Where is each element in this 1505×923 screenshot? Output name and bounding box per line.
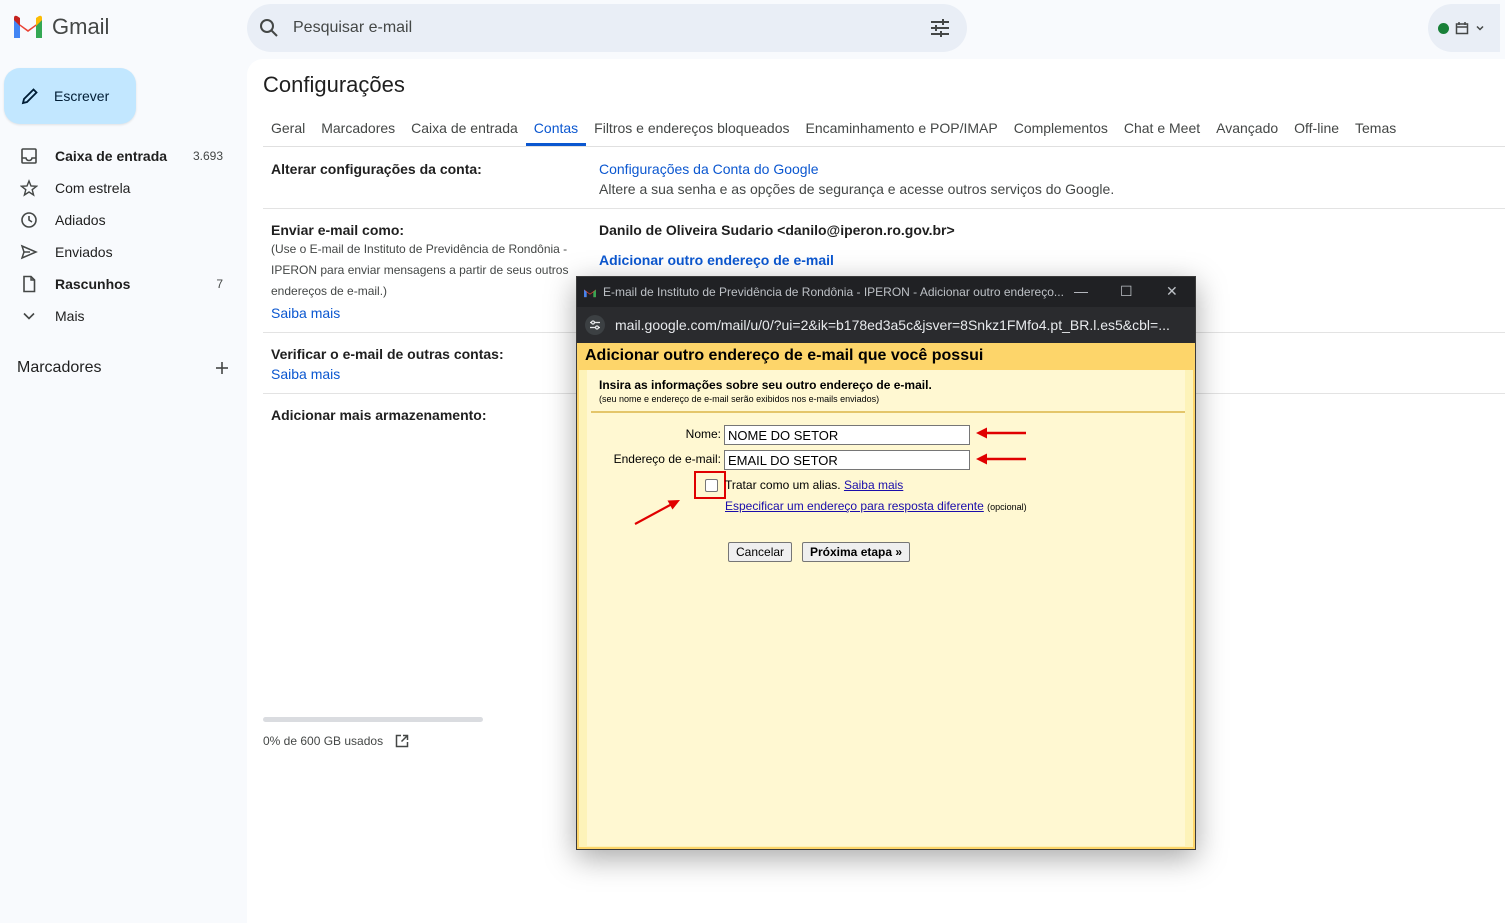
name-label: Nome: (685, 427, 721, 441)
popup-title: E-mail de Instituto de Previdência de Ro… (603, 285, 1064, 299)
chevron-down-icon (1476, 25, 1484, 31)
storage-usage: 0% de 600 GB usados (263, 734, 409, 748)
tab-inbox[interactable]: Caixa de entrada (403, 116, 526, 146)
sidebar-item-label: Mais (55, 308, 85, 324)
minimize-icon[interactable]: — (1074, 283, 1088, 299)
gmail-logo[interactable]: Gmail (12, 14, 109, 40)
alias-label: Tratar como um alias. (725, 478, 841, 492)
star-icon (20, 179, 38, 197)
account-description: Altere a sua senha e as opções de segura… (599, 181, 1115, 197)
site-settings-icon[interactable] (585, 315, 605, 335)
tab-themes[interactable]: Temas (1347, 116, 1404, 146)
form-note: (seu nome e endereço de e-mail serão exi… (599, 394, 880, 404)
storage-progress-bar (263, 717, 483, 722)
annotation-arrow-icon (976, 453, 1026, 465)
storage-usage-text: 0% de 600 GB usados (263, 734, 384, 748)
sidebar-item-label: Adiados (55, 212, 106, 228)
status-selector[interactable] (1428, 4, 1500, 52)
form-instructions: Insira as informações sobre seu outro en… (599, 378, 932, 392)
popup-heading: Adicionar outro endereço de e-mail que v… (579, 343, 1193, 370)
search-input[interactable]: Pesquisar e-mail (293, 19, 929, 37)
popup-titlebar[interactable]: E-mail de Instituto de Previdência de Ro… (577, 277, 1195, 307)
popup-address-bar[interactable]: mail.google.com/mail/u/0/?ui=2&ik=b178ed… (577, 307, 1195, 343)
alias-option: Tratar como um alias. Saiba mais (725, 478, 903, 492)
google-account-link[interactable]: Configurações da Conta do Google (599, 161, 818, 177)
check-mail-label: Verificar o e-mail de outras contas: (271, 346, 504, 362)
name-input[interactable] (724, 425, 970, 445)
popup-content: Adicionar outro endereço de e-mail que v… (577, 343, 1195, 849)
email-label: Endereço de e-mail: (613, 452, 721, 466)
draft-icon (23, 275, 36, 293)
sidebar-item-drafts[interactable]: Rascunhos 7 (0, 268, 240, 300)
send-as-label: Enviar e-mail como: (271, 222, 405, 238)
draft-count: 7 (216, 277, 223, 291)
status-dot-icon (1438, 22, 1449, 34)
tab-forwarding[interactable]: Encaminhamento e POP/IMAP (798, 116, 1006, 146)
inbox-icon (21, 148, 37, 164)
sidebar-item-more[interactable]: Mais (0, 300, 240, 332)
next-step-button[interactable]: Próxima etapa » (802, 542, 911, 562)
row-divider (263, 208, 1505, 209)
sidebar-item-sent[interactable]: Enviados (0, 236, 240, 268)
tab-advanced[interactable]: Avançado (1208, 116, 1286, 146)
unread-count: 3.693 (192, 149, 223, 163)
pencil-icon (21, 88, 38, 105)
tab-offline[interactable]: Off-line (1286, 116, 1347, 146)
chevron-down-icon (23, 312, 35, 320)
sidebar-item-label: Enviados (55, 244, 113, 260)
gmail-m-icon (14, 15, 42, 38)
email-input[interactable] (724, 450, 970, 470)
tab-labels[interactable]: Marcadores (313, 116, 403, 146)
tabs-divider (263, 146, 1505, 147)
send-icon (20, 244, 38, 260)
sidebar-item-inbox[interactable]: Caixa de entrada 3.693 (0, 140, 240, 172)
labels-section: Marcadores (17, 359, 229, 377)
send-as-address: Danilo de Oliveira Sudario <danilo@ipero… (599, 222, 955, 238)
sidebar-item-label: Caixa de entrada (55, 148, 168, 164)
calendar-icon (1455, 22, 1469, 35)
storage-label: Adicionar mais armazenamento: (271, 407, 487, 423)
send-as-learn-more-link[interactable]: Saiba mais (271, 305, 340, 321)
check-mail-learn-more-link[interactable]: Saiba mais (271, 366, 340, 382)
search-options-icon[interactable] (929, 18, 951, 38)
sidebar-item-snoozed[interactable]: Adiados (0, 204, 240, 236)
tab-general[interactable]: Geral (263, 116, 313, 146)
clock-icon (21, 212, 37, 228)
compose-button[interactable]: Escrever (4, 68, 136, 124)
tab-accounts[interactable]: Contas (525, 116, 587, 146)
sidebar-item-label: Com estrela (55, 180, 131, 196)
gmail-m-icon (584, 289, 596, 297)
reply-to-option: Especificar um endereço para resposta di… (725, 499, 1027, 513)
labels-title: Marcadores (17, 359, 102, 376)
external-link-icon[interactable] (395, 734, 409, 748)
alias-learn-more-link[interactable]: Saiba mais (844, 478, 903, 492)
page-title: Configurações (263, 72, 405, 97)
settings-tabs: Geral Marcadores Caixa de entrada Contas… (263, 116, 1404, 146)
compose-label: Escrever (54, 88, 110, 104)
add-address-popup-window: E-mail de Instituto de Previdência de Ro… (576, 276, 1196, 850)
account-settings-label: Alterar configurações da conta: (271, 161, 482, 177)
sidebar-item-label: Rascunhos (55, 276, 131, 292)
cancel-button[interactable]: Cancelar (728, 542, 793, 562)
app-name: Gmail (52, 14, 110, 39)
sidebar-item-starred[interactable]: Com estrela (0, 172, 240, 204)
close-icon[interactable]: ✕ (1166, 283, 1178, 300)
add-email-link[interactable]: Adicionar outro endereço de e-mail (599, 252, 834, 268)
form-divider (591, 411, 1185, 413)
tab-filters[interactable]: Filtros e endereços bloqueados (586, 116, 797, 146)
send-as-description: (Use o E-mail de Instituto de Previdênci… (271, 242, 569, 298)
search-icon[interactable] (259, 18, 279, 38)
reply-to-link[interactable]: Especificar um endereço para resposta di… (725, 499, 984, 513)
maximize-icon[interactable]: ☐ (1120, 283, 1133, 300)
popup-url: mail.google.com/mail/u/0/?ui=2&ik=b178ed… (615, 317, 1170, 333)
add-label-icon[interactable] (215, 361, 229, 375)
annotation-highlight-box (694, 471, 726, 499)
popup-form: Insira as informações sobre seu outro en… (587, 370, 1185, 846)
search-bar[interactable]: Pesquisar e-mail (247, 4, 967, 52)
tab-chat[interactable]: Chat e Meet (1116, 116, 1208, 146)
tab-addons[interactable]: Complementos (1006, 116, 1116, 146)
annotation-arrow-icon (976, 427, 1026, 439)
optional-note: (opcional) (987, 502, 1027, 512)
annotation-arrow-icon (634, 500, 680, 525)
